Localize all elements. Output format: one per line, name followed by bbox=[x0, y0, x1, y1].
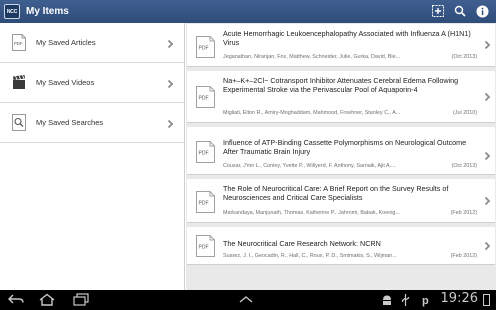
article-date: (Feb 2012) bbox=[449, 253, 477, 260]
sidebar-item-saved-searches[interactable]: My Saved Searches bbox=[0, 103, 184, 143]
system-navigation-bar: p 19:26 bbox=[0, 290, 496, 310]
chevron-right-icon bbox=[484, 241, 491, 251]
article-list: PDF Acute Hemorrhagic Leukoencephalopath… bbox=[186, 23, 496, 290]
pdf-document-icon: PDF bbox=[196, 86, 215, 108]
pdf-document-icon: PDF bbox=[196, 141, 215, 163]
action-bar-actions bbox=[430, 3, 490, 19]
sidebar-item-label: My Saved Videos bbox=[36, 78, 95, 87]
article-card[interactable]: PDF Na+–K+–2Cl− Cotransport Inhibitor At… bbox=[187, 71, 495, 123]
sidebar-item-saved-videos[interactable]: My Saved Videos bbox=[0, 63, 184, 103]
article-card[interactable]: PDF The Role of Neurocritical Care: A Br… bbox=[187, 179, 495, 223]
clock: 19:26 bbox=[440, 291, 478, 306]
article-title: Na+–K+–2Cl− Cotransport Inhibitor Attenu… bbox=[223, 76, 459, 95]
sidebar-item-saved-articles[interactable]: PDF My Saved Articles bbox=[0, 23, 184, 63]
menu-up-icon[interactable] bbox=[238, 295, 254, 304]
pdf-label: PDF bbox=[199, 46, 209, 52]
article-date: (Jul 2010) bbox=[452, 110, 477, 117]
article-date: (Oct 2013) bbox=[450, 163, 477, 170]
article-authors: Migliati, Elton R., Amiry-Moghaddam, Mah… bbox=[223, 110, 401, 116]
usb-icon bbox=[401, 294, 410, 306]
article-date: (Feb 2012) bbox=[449, 210, 477, 217]
chevron-right-icon bbox=[167, 116, 174, 134]
video-clapper-icon bbox=[12, 74, 26, 91]
article-card[interactable]: PDF Acute Hemorrhagic Leukoencephalopath… bbox=[187, 24, 495, 67]
pdf-label: PDF bbox=[199, 201, 209, 207]
chevron-right-icon bbox=[167, 76, 174, 94]
pdf-label: PDF bbox=[199, 245, 209, 251]
article-authors: Cousar, J'mir L., Conley, Yvette P., Wil… bbox=[223, 163, 396, 169]
battery-icon bbox=[483, 294, 490, 306]
action-bar: NCC My Items bbox=[0, 0, 496, 23]
back-icon[interactable] bbox=[7, 293, 25, 306]
article-title: The Neurocritical Care Research Network:… bbox=[223, 239, 381, 248]
sidebar-item-label: My Saved Articles bbox=[36, 38, 96, 47]
add-bookmark-icon[interactable] bbox=[430, 3, 446, 19]
page-title: My Items bbox=[26, 6, 69, 17]
pdf-document-icon: PDF bbox=[196, 36, 215, 58]
article-title: Influence of ATP-Binding Cassette Polymo… bbox=[223, 138, 467, 157]
chevron-right-icon bbox=[484, 196, 491, 206]
p-notification-icon: p bbox=[422, 295, 429, 307]
sidebar-item-label: My Saved Searches bbox=[36, 118, 104, 127]
info-icon[interactable] bbox=[474, 3, 490, 19]
article-title: The Role of Neurocritical Care: A Brief … bbox=[223, 184, 449, 203]
pdf-label: PDF bbox=[199, 96, 209, 102]
pdf-label: PDF bbox=[199, 151, 209, 157]
article-authors: Markandaya, Manjunath, Thomas, Katherine… bbox=[223, 210, 400, 216]
article-title: Acute Hemorrhagic Leukoencephalopathy As… bbox=[223, 29, 471, 48]
android-debug-icon bbox=[383, 295, 391, 305]
article-authors: Suarez, J. I., Geocadin, R., Hall, C., R… bbox=[223, 253, 397, 259]
article-card[interactable]: PDF The Neurocritical Care Research Netw… bbox=[187, 227, 495, 265]
chevron-right-icon bbox=[484, 92, 491, 102]
chevron-right-icon bbox=[167, 36, 174, 54]
pdf-document-icon: PDF bbox=[196, 235, 215, 257]
search-icon[interactable] bbox=[452, 3, 468, 19]
search-icon bbox=[12, 114, 26, 131]
article-card[interactable]: PDF Influence of ATP-Binding Cassette Po… bbox=[187, 127, 495, 175]
chevron-right-icon bbox=[484, 151, 491, 161]
pdf-label: PDF bbox=[14, 41, 23, 46]
home-icon[interactable] bbox=[38, 293, 56, 306]
pdf-document-icon: PDF bbox=[196, 191, 215, 213]
article-date: (Oct 2013) bbox=[450, 54, 477, 61]
recent-apps-icon[interactable] bbox=[72, 293, 90, 306]
sidebar: PDF My Saved Articles My Saved Videos My… bbox=[0, 23, 185, 290]
chevron-right-icon bbox=[484, 40, 491, 50]
pdf-document-icon: PDF bbox=[12, 34, 26, 51]
svg-text:p: p bbox=[422, 295, 429, 307]
article-authors: Jeganathan, Niranjan, Fox, Matthew, Schn… bbox=[223, 54, 401, 60]
app-icon[interactable]: NCC bbox=[4, 4, 20, 19]
